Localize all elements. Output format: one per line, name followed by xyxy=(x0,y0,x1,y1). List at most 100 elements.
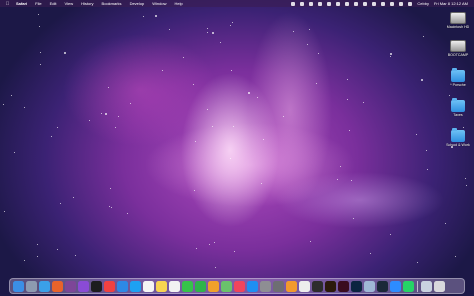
star xyxy=(263,138,265,140)
dock-calendar-icon[interactable] xyxy=(143,280,154,292)
star xyxy=(193,84,195,86)
star xyxy=(155,15,158,18)
dock-launchpad-icon[interactable] xyxy=(26,280,37,292)
status-icon-7[interactable] xyxy=(345,1,350,6)
menu-app-name[interactable]: Safari xyxy=(16,1,27,6)
status-icon-11[interactable] xyxy=(381,1,386,6)
star xyxy=(423,36,425,38)
dock-twitch-icon[interactable] xyxy=(78,280,89,292)
star xyxy=(24,106,26,108)
desktop-icon-school-work[interactable]: School & Work xyxy=(443,128,473,147)
dock-whatsapp-icon[interactable] xyxy=(403,280,414,292)
star xyxy=(13,151,15,153)
dock-notes-icon[interactable] xyxy=(156,280,167,292)
dock-textedit-icon[interactable] xyxy=(299,280,310,292)
menu-bar:  Safari File Edit View History Bookmark… xyxy=(0,0,474,7)
menu-file[interactable]: File xyxy=(35,1,41,6)
star xyxy=(310,241,312,243)
dock-system-preferences-icon[interactable] xyxy=(260,280,271,292)
star xyxy=(3,210,5,212)
dock-tor-browser-icon[interactable] xyxy=(65,280,76,292)
dock-twitter-icon[interactable] xyxy=(130,280,141,292)
menu-view[interactable]: View xyxy=(64,1,73,6)
dock-app-store-icon[interactable] xyxy=(247,280,258,292)
dock-mail-icon[interactable] xyxy=(117,280,128,292)
dock-photos-icon[interactable] xyxy=(208,280,219,292)
menu-clock[interactable]: Fri Mar 8 12:12 AM xyxy=(434,1,468,6)
star xyxy=(421,78,424,81)
dock-steam-icon[interactable] xyxy=(377,280,388,292)
status-icon-13[interactable] xyxy=(399,1,404,6)
menu-history[interactable]: History xyxy=(81,1,93,6)
desktop-icon-label: Macintosh HD xyxy=(446,25,470,29)
dock-photoshop-icon[interactable] xyxy=(351,280,362,292)
dock-maps-icon[interactable] xyxy=(221,280,232,292)
star xyxy=(74,254,76,256)
menu-window[interactable]: Window xyxy=(152,1,166,6)
hard-drive-icon xyxy=(450,12,466,24)
dock-finder-icon[interactable] xyxy=(13,280,24,292)
dock-news-icon[interactable] xyxy=(104,280,115,292)
apple-menu-icon[interactable]:  xyxy=(5,1,10,7)
star xyxy=(465,184,467,186)
status-icon-3[interactable] xyxy=(309,1,314,6)
dock-downloads-stack-icon[interactable] xyxy=(420,280,432,292)
dock-facetime-icon[interactable] xyxy=(195,280,206,292)
dock-safari-icon[interactable] xyxy=(39,280,50,292)
menu-edit[interactable]: Edit xyxy=(50,1,57,6)
menu-bookmarks[interactable]: Bookmarks xyxy=(102,1,122,6)
menu-develop[interactable]: Develop xyxy=(130,1,145,6)
desktop-icon-label: BOOTCAMP xyxy=(447,53,469,57)
status-icon-8[interactable] xyxy=(354,1,359,6)
folder-icon xyxy=(451,68,465,82)
desktop-icon-bootcamp[interactable]: BOOTCAMP xyxy=(443,40,473,57)
star xyxy=(315,83,317,85)
dock-illustrator-icon[interactable] xyxy=(325,280,336,292)
star xyxy=(108,87,110,89)
desktop-icon-taxes[interactable]: Taxes xyxy=(443,98,473,117)
star xyxy=(206,28,208,30)
status-icon-1[interactable] xyxy=(291,1,296,6)
star xyxy=(207,31,209,33)
dock-preview-icon[interactable] xyxy=(364,280,375,292)
star xyxy=(336,179,338,181)
dock-reminders-icon[interactable] xyxy=(169,280,180,292)
wifi-name[interactable]: Cebby xyxy=(417,1,429,6)
status-icon-4[interactable] xyxy=(318,1,323,6)
menu-help[interactable]: Help xyxy=(174,1,182,6)
dock-music-icon[interactable] xyxy=(234,280,245,292)
status-icon-5[interactable] xyxy=(327,1,332,6)
dock-messages-icon[interactable] xyxy=(182,280,193,292)
desktop-icon-label: School & Work xyxy=(446,143,470,147)
star xyxy=(444,223,446,225)
desktop-icon-macintosh-hd[interactable]: Macintosh HD xyxy=(443,12,473,29)
star xyxy=(347,98,349,100)
star xyxy=(455,256,457,258)
dock-screenshot-icon[interactable] xyxy=(273,280,284,292)
star xyxy=(37,256,39,258)
dock-trash-icon[interactable] xyxy=(433,280,445,292)
dock-final-cut-pro-icon[interactable] xyxy=(312,280,323,292)
dock-firefox-icon[interactable] xyxy=(52,280,63,292)
star xyxy=(426,168,428,170)
status-icon-9[interactable] xyxy=(363,1,368,6)
dock-apple-tv-icon[interactable] xyxy=(91,280,102,292)
dock-indesign-icon[interactable] xyxy=(338,280,349,292)
star xyxy=(88,120,90,122)
status-icon-6[interactable] xyxy=(336,1,341,6)
star xyxy=(215,267,217,269)
star xyxy=(114,126,116,128)
dock-pages-icon[interactable] xyxy=(286,280,297,292)
status-icon-12[interactable] xyxy=(390,1,395,6)
status-icon-14[interactable] xyxy=(408,1,413,6)
star xyxy=(448,95,450,97)
status-icon-2[interactable] xyxy=(300,1,305,6)
star xyxy=(39,51,41,53)
star xyxy=(72,197,74,199)
star xyxy=(208,244,210,246)
star xyxy=(232,21,234,23)
desktop-icon-porsche[interactable]: * Porsche xyxy=(443,68,473,87)
status-icon-10[interactable] xyxy=(372,1,377,6)
dock-zoom-icon[interactable] xyxy=(390,280,401,292)
star xyxy=(142,15,144,17)
